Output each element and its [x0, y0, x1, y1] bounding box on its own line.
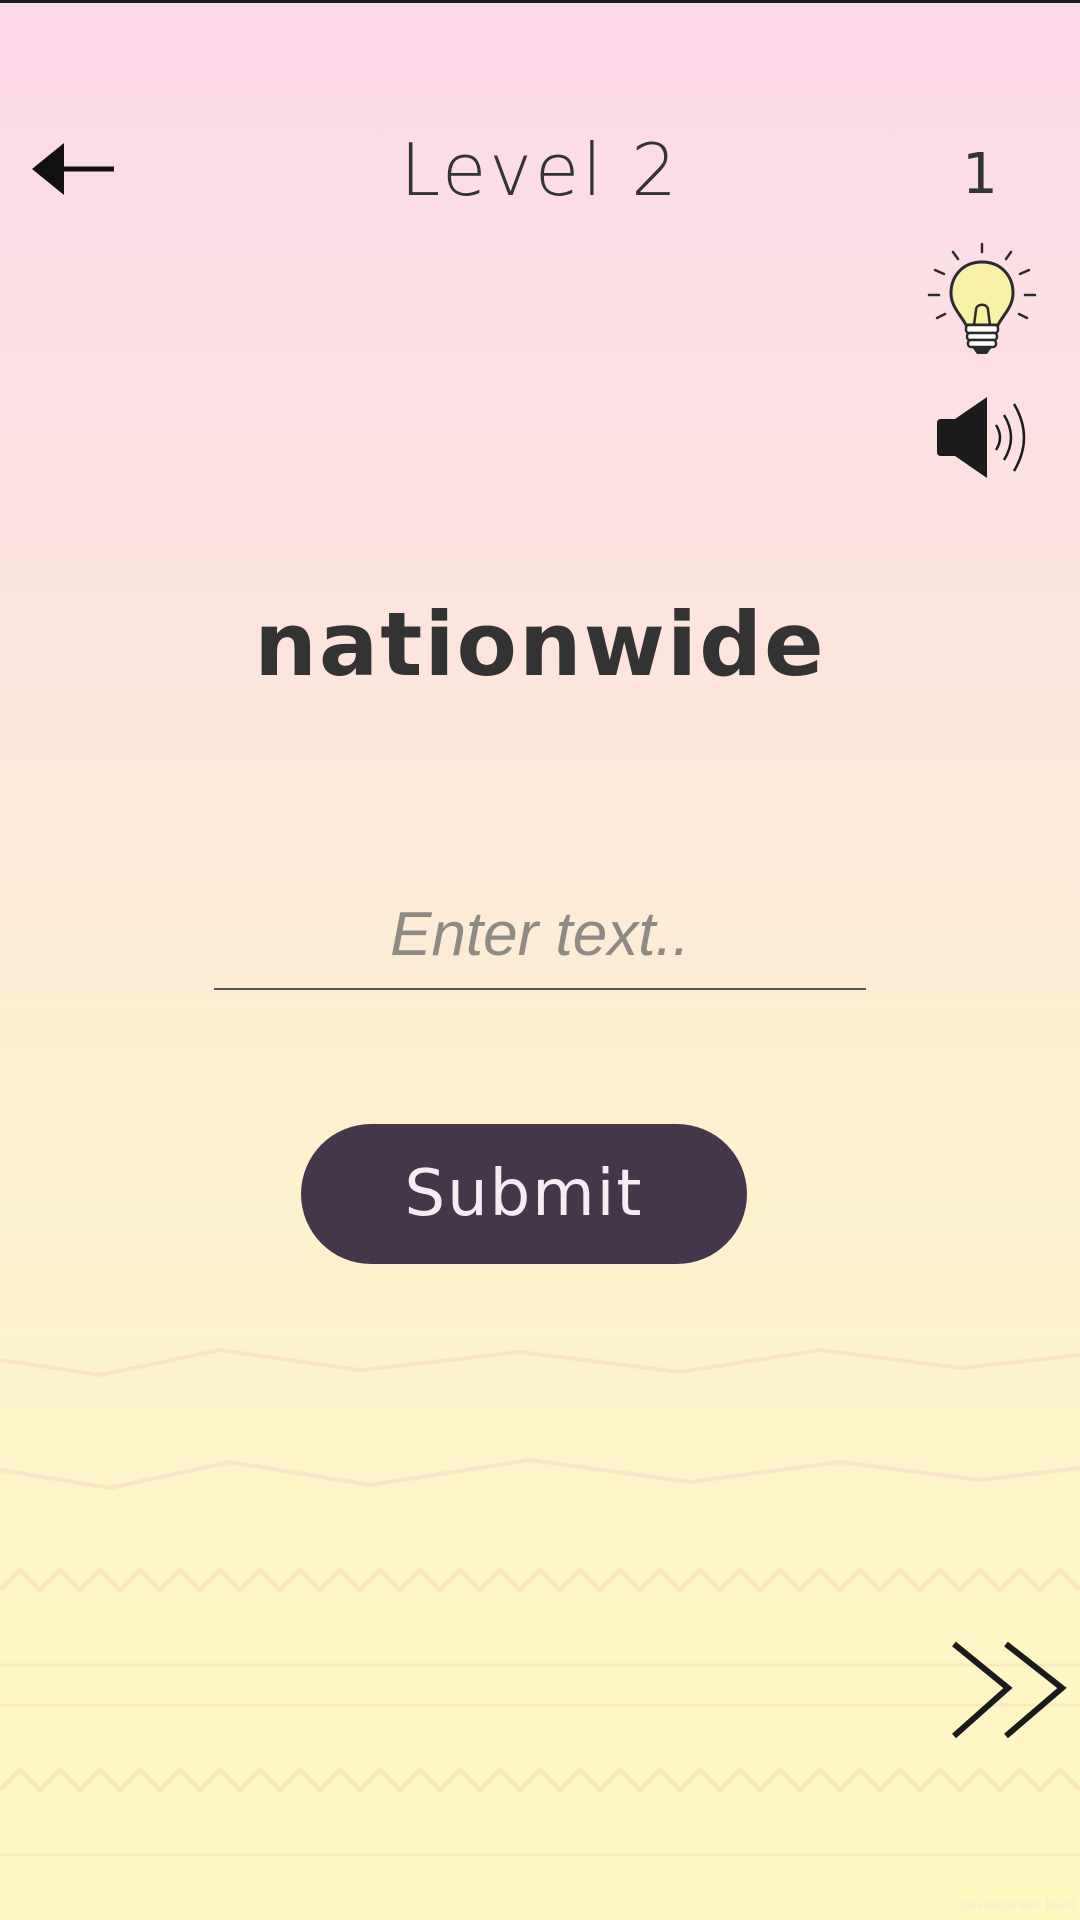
submit-button[interactable]: Submit [301, 1124, 747, 1264]
answer-input[interactable] [214, 880, 866, 990]
sound-button[interactable] [935, 395, 1050, 480]
hint-count: 1 [962, 142, 998, 207]
development-build-label: Development Build [960, 1898, 1075, 1912]
hint-button[interactable] [925, 240, 1040, 365]
puzzle-word: nationwide [254, 593, 826, 696]
skip-button[interactable] [950, 1638, 1070, 1743]
back-button[interactable] [30, 138, 120, 200]
double-chevron-right-icon [952, 1641, 1067, 1739]
level-title: Level 2 [400, 128, 680, 212]
arrow-left-icon [32, 143, 114, 195]
speaker-volume-icon [937, 397, 1026, 478]
lightbulb-icon [927, 242, 1037, 354]
